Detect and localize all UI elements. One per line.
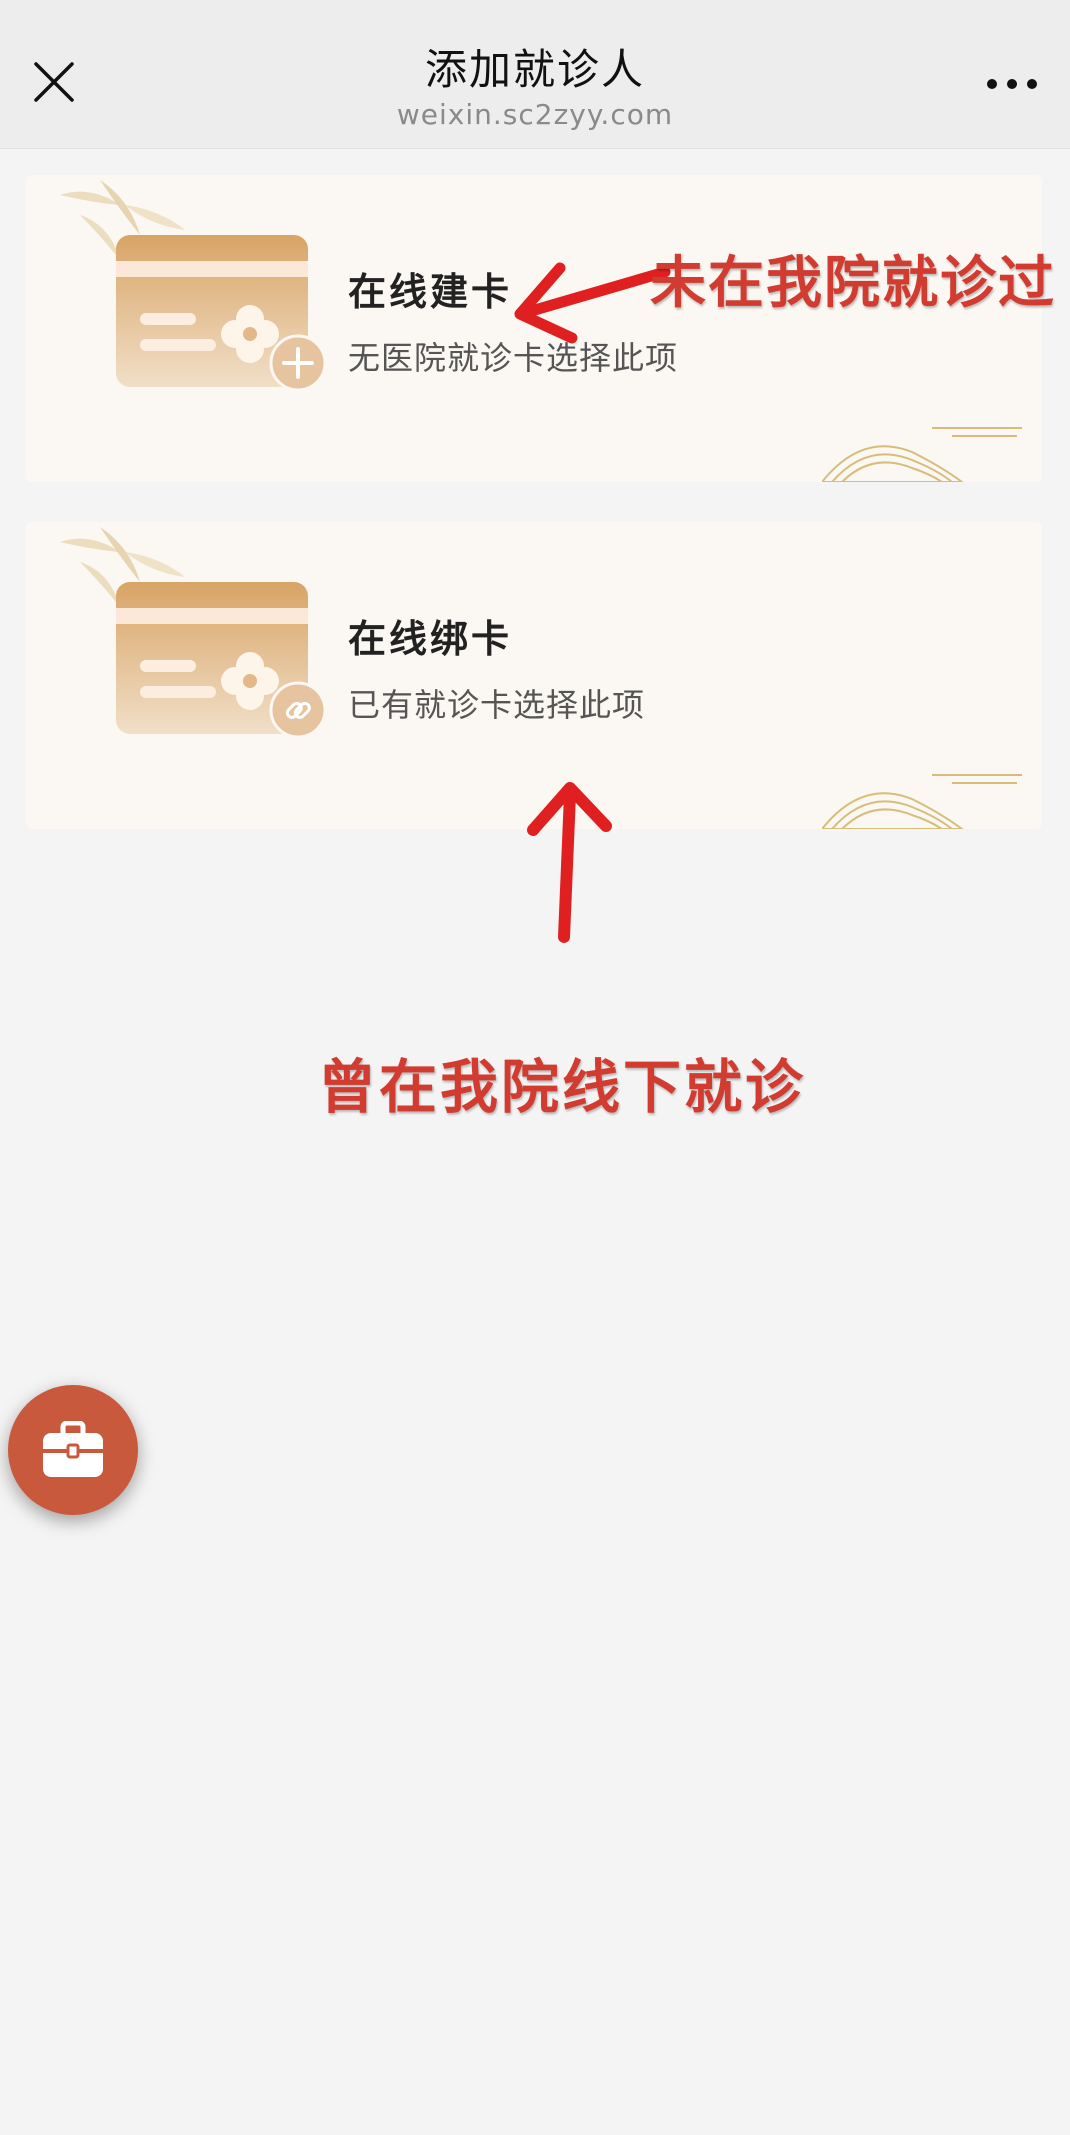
annotation-text-previous-visit: 曾在我院线下就诊 (318, 1053, 807, 1121)
floating-toolbox-button[interactable] (8, 1385, 138, 1515)
option-title: 在线绑卡 (348, 617, 513, 661)
navigation-bar: 添加就诊人 weixin.sc2zyy.com (0, 0, 1070, 149)
page-title: 添加就诊人 (424, 45, 645, 94)
card-add-icon (116, 235, 327, 392)
page-domain: weixin.sc2zyy.com (396, 98, 674, 131)
option-description: 无医院就诊卡选择此项 (348, 339, 679, 377)
annotation-text-first-visit: 未在我院就诊过 (650, 251, 1056, 316)
more-button[interactable] (982, 64, 1042, 104)
more-icon (987, 79, 1037, 89)
briefcase-icon (43, 1421, 103, 1477)
mountain-decoration (822, 427, 1022, 482)
option-title: 在线建卡 (348, 270, 513, 314)
option-create-card[interactable]: 在线建卡 无医院就诊卡选择此项 (26, 175, 1042, 482)
card-link-icon (116, 582, 327, 739)
option-bind-card[interactable]: 在线绑卡 已有就诊卡选择此项 (26, 522, 1042, 829)
option-description: 已有就诊卡选择此项 (348, 686, 646, 724)
mountain-decoration (822, 774, 1022, 829)
